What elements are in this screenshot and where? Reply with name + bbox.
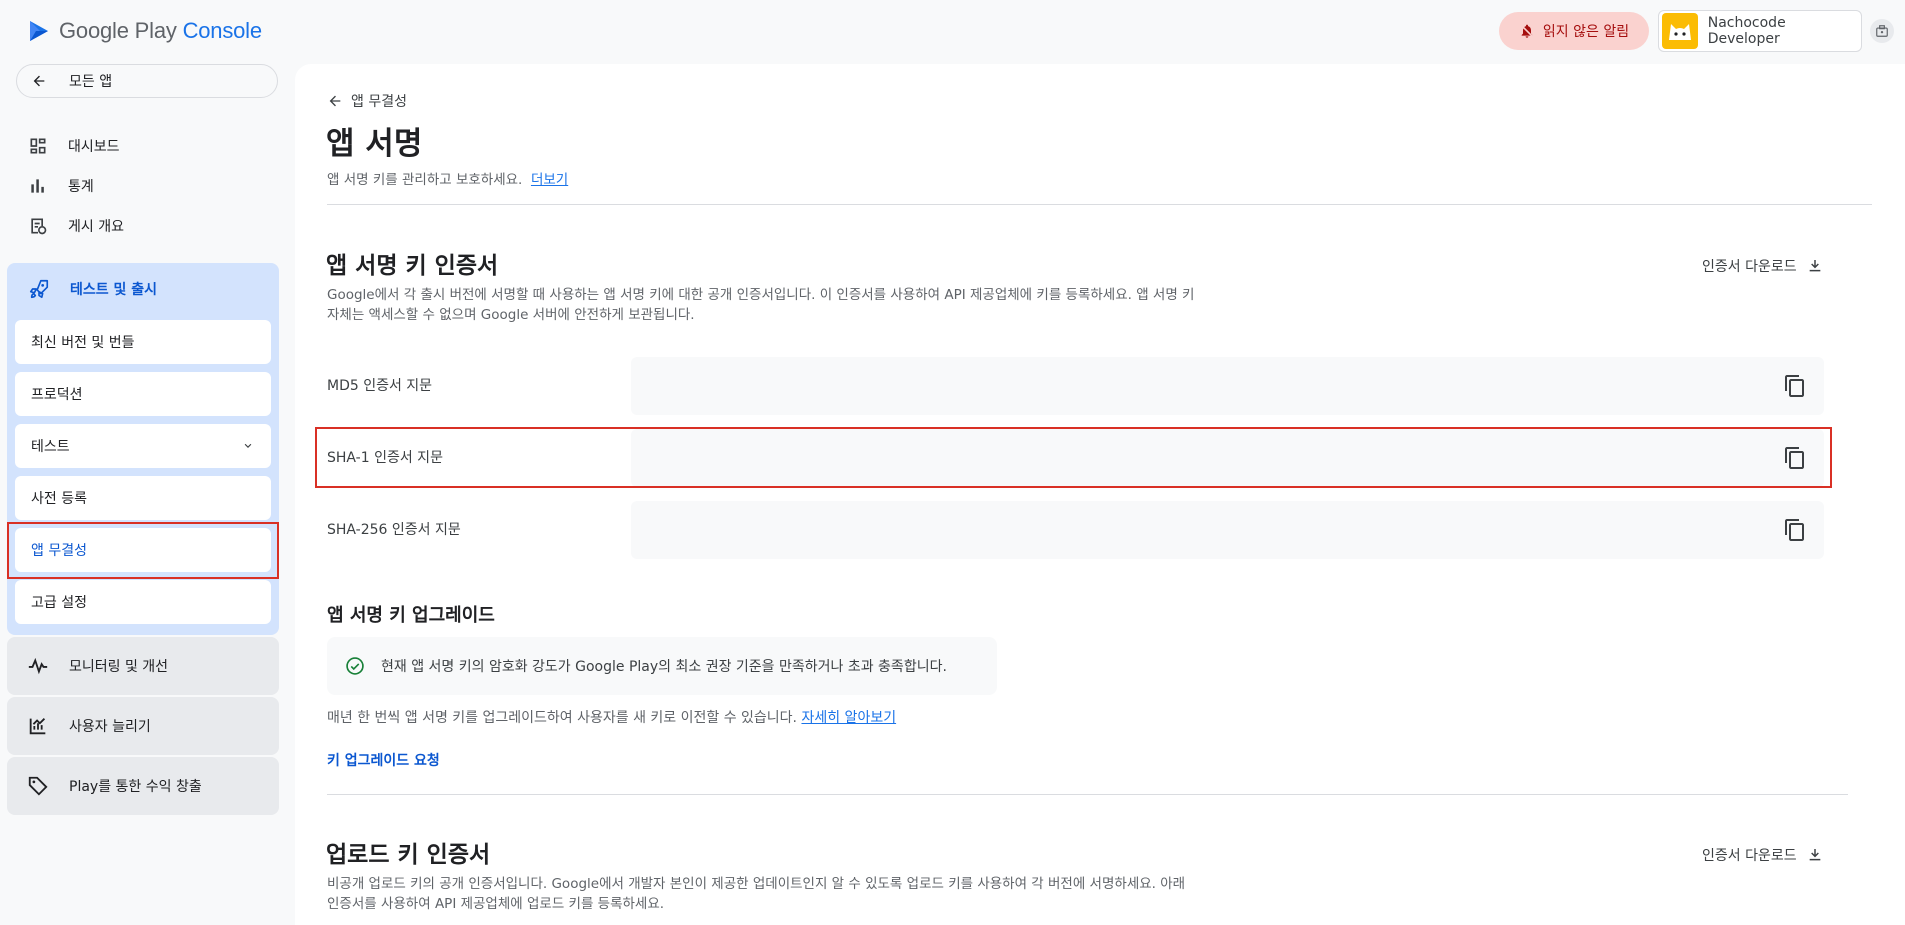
copy-icon: [1785, 519, 1804, 541]
pulse-icon: [28, 657, 48, 675]
app-integrity-highlight: [7, 522, 279, 579]
arrow-back-icon: [33, 75, 45, 87]
learn-more-link[interactable]: 더보기: [531, 172, 568, 188]
md5-fingerprint-label: MD5 인증서 지문: [327, 378, 433, 394]
request-key-upgrade-button[interactable]: 키 업그레이드 요청: [327, 750, 440, 770]
all-apps-button[interactable]: 모든 앱: [16, 64, 278, 98]
sidebar-item-dashboard[interactable]: 대시보드: [28, 136, 120, 156]
download-icon: [1809, 849, 1820, 861]
back-to-app-integrity-link[interactable]: 앱 무결성: [327, 91, 407, 111]
sidebar-item-testing[interactable]: 테스트: [15, 424, 271, 468]
copy-icon: [1785, 375, 1804, 397]
sidebar-item-pre-registration[interactable]: 사전 등록: [15, 476, 271, 520]
unread-notifications-button[interactable]: 읽지 않은 알림: [1499, 12, 1649, 50]
arrow-back-icon: [329, 95, 341, 107]
sidebar-group-test-and-release[interactable]: 테스트 및 출시: [28, 278, 157, 300]
signing-cert-title: 앱 서명 키 인증서: [326, 253, 499, 279]
sidebar-item-publishing-overview[interactable]: 게시 개요: [28, 216, 124, 236]
dashboard-icon: [30, 138, 46, 154]
google-play-console-logo[interactable]: Google Play Console: [27, 18, 262, 44]
copy-md5-button[interactable]: [1783, 374, 1807, 398]
page-title: 앱 서명: [326, 126, 423, 162]
tag-icon: [28, 776, 48, 796]
sha1-highlight: [315, 427, 1832, 488]
cat-face-icon: [1668, 24, 1691, 40]
signing-cert-download-button[interactable]: 인증서 다운로드: [1702, 256, 1823, 276]
upload-cert-title: 업로드 키 인증서: [326, 842, 491, 868]
logo-text: Google Play Console: [59, 18, 262, 43]
account-switcher[interactable]: Nachocode Developer: [1658, 10, 1862, 52]
developer-account-icon[interactable]: [1870, 19, 1894, 43]
key-upgrade-title: 앱 서명 키 업그레이드: [327, 605, 495, 626]
growth-icon: [29, 718, 46, 735]
header-divider: [327, 204, 1872, 205]
account-name: Nachocode Developer: [1707, 15, 1786, 47]
sidebar-category-monitoring[interactable]: 모니터링 및 개선: [7, 637, 279, 695]
sidebar-item-advanced-settings[interactable]: 고급 설정: [15, 580, 271, 624]
developer-avatar: [1662, 13, 1698, 49]
upload-cert-download-button[interactable]: 인증서 다운로드: [1702, 845, 1823, 865]
publishing-overview-icon: [31, 218, 47, 235]
bell-off-icon: [1520, 24, 1533, 38]
upload-cert-description: 비공개 업로드 키의 공개 인증서입니다. Google에서 개발자 본인이 제…: [327, 876, 1186, 912]
learn-more-upgrade-link[interactable]: 자세히 알아보기: [801, 710, 896, 726]
main-content: [295, 64, 1905, 925]
sidebar-category-grow-users[interactable]: 사용자 늘리기: [7, 697, 279, 755]
signing-cert-description: Google에서 각 출시 버전에 서명할 때 사용하는 앱 서명 키에 대한 …: [327, 287, 1195, 323]
rocket-icon: [29, 279, 49, 299]
sidebar-item-latest-releases[interactable]: 최신 버전 및 번들: [15, 320, 271, 364]
page-subtitle: 앱 서명 키를 관리하고 보호하세요. 더보기: [327, 172, 569, 188]
sidebar-category-monetize[interactable]: Play를 통한 수익 창출: [7, 757, 279, 815]
sha256-fingerprint-label: SHA-256 인증서 지문: [327, 522, 461, 538]
key-strength-status: 현재 앱 서명 키의 암호화 강도가 Google Play의 최소 권장 기준…: [327, 637, 997, 695]
section-divider: [327, 794, 1848, 795]
annual-upgrade-text: 매년 한 번씩 앱 서명 키를 업그레이드하여 사용자를 새 키로 이전할 수 …: [327, 710, 897, 726]
download-icon: [1809, 260, 1820, 272]
check-circle-icon: [346, 657, 364, 675]
md5-fingerprint-field: [631, 357, 1824, 415]
copy-sha256-button[interactable]: [1783, 518, 1807, 542]
sidebar-item-statistics[interactable]: 통계: [28, 176, 94, 196]
play-logo-icon: [30, 21, 48, 41]
sha256-fingerprint-field: [631, 501, 1824, 559]
bar-chart-icon: [31, 179, 44, 193]
chevron-down-icon: [244, 443, 252, 448]
sidebar-item-production[interactable]: 프로덕션: [15, 372, 271, 416]
